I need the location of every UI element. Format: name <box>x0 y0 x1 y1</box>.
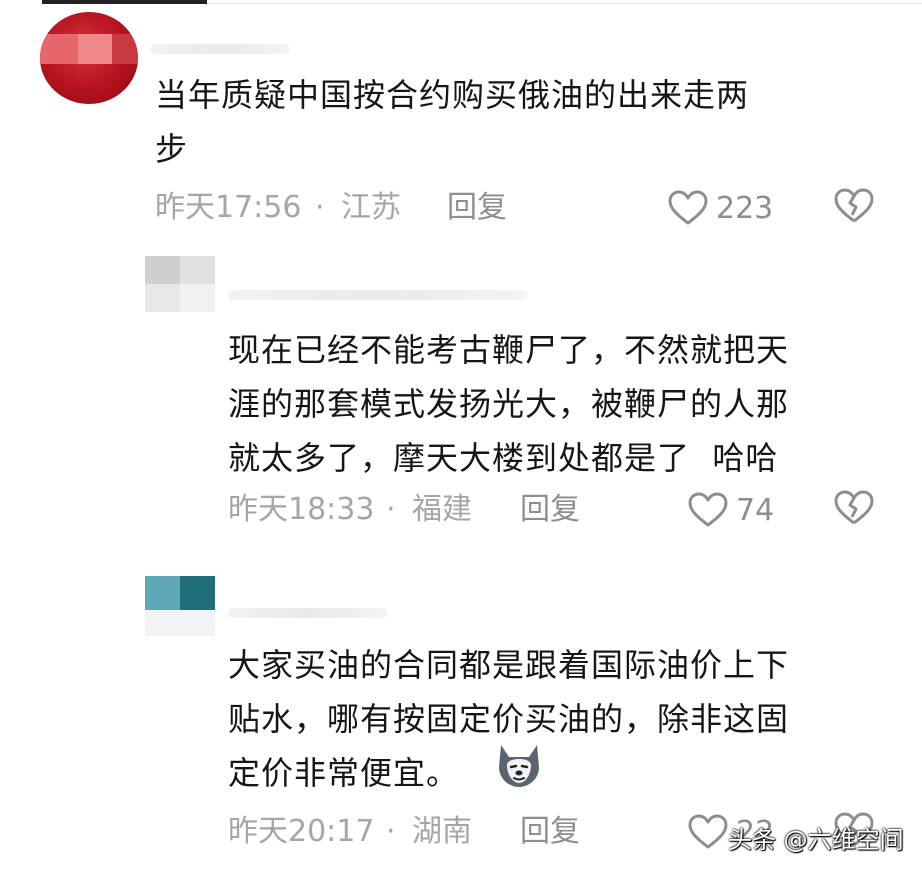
avatar[interactable] <box>145 576 215 636</box>
avatar-mosaic <box>180 576 215 610</box>
comment-text: 大家买油的合同都是跟着国际油价上下 贴水，哪有按固定价买油的，除非这固 定价非常… <box>228 646 790 792</box>
reply-button[interactable]: 回复 <box>520 812 580 852</box>
meta-separator: · <box>386 814 396 849</box>
heart-icon <box>688 814 728 850</box>
comment-3: 大家买油的合同都是跟着国际油价上下 贴水，哪有按固定价买油的，除非这固 定价非常… <box>0 0 922 875</box>
username-blurred[interactable] <box>228 608 388 618</box>
avatar-mosaic <box>145 576 180 610</box>
husky-emoji-icon <box>493 739 545 791</box>
watermark: 头条 @六维空间 <box>728 826 904 854</box>
comment-meta: 昨天20:17 · 湖南 回复 <box>228 812 728 852</box>
comment-location: 湖南 <box>412 814 472 849</box>
avatar-mosaic <box>145 610 215 636</box>
comment-time: 昨天20:17 <box>228 814 375 849</box>
